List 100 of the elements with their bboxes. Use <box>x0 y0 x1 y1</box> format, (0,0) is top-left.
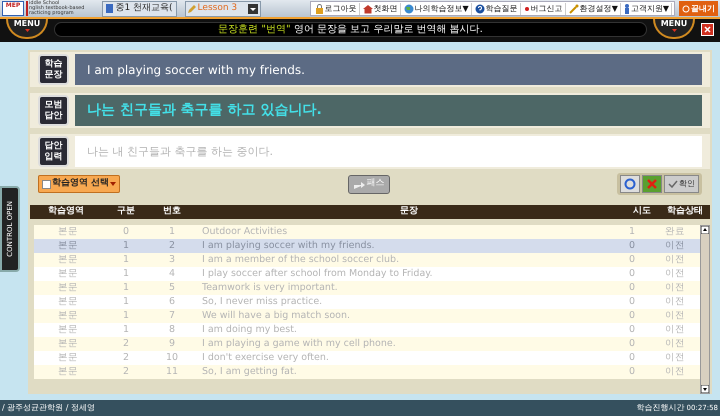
table-cell-text: I am a member of the school soccer club. <box>201 252 400 267</box>
table-cell-text: 2 <box>122 364 130 379</box>
menu-link[interactable]: 로그아웃 <box>312 2 360 14</box>
table-row[interactable]: 본문 1 7 We will have a big match soon. 0 이전 <box>34 309 700 323</box>
menu-button[interactable]: MENU <box>653 19 695 39</box>
scroll-down-icon[interactable] <box>701 385 709 393</box>
table-cell-text: So, I never miss practice. <box>201 294 324 309</box>
table-row[interactable]: 본문 1 5 Teamwork is very important. 0 이전 <box>34 281 700 295</box>
table-cell-text: 이전 <box>664 350 686 365</box>
menu-link[interactable]: 고객지원▼ <box>622 2 672 14</box>
table-cell-text: 6 <box>168 294 176 309</box>
column-header: 문장 <box>399 205 419 218</box>
table-cell-text: 1 <box>628 224 636 239</box>
pass-button[interactable]: 패스 <box>348 174 390 194</box>
table-cell-text: 본문 <box>57 266 79 281</box>
table-cell-text: 0 <box>628 266 636 281</box>
table-cell-text: 0 <box>628 322 636 337</box>
table-cell-text: We will have a big match soon. <box>201 308 351 323</box>
panel-label: 학습 문장 <box>38 54 69 85</box>
answer-field[interactable]: 나는 내 친구들과 축구를 하는 중이다. <box>75 136 702 167</box>
table-cell-text: 1 <box>122 252 130 267</box>
textbook-button[interactable]: 중1 천재교육( <box>102 0 177 16</box>
model-answer: 나는 친구들과 축구를 하고 있습니다. <box>75 95 702 126</box>
table-row[interactable]: 본문 1 8 I am doing my best. 0 이전 <box>34 323 700 337</box>
menu-link[interactable]: 버그신고 <box>522 2 566 14</box>
table-cell-text: 이전 <box>664 322 686 337</box>
table-cell-text: I am playing a game with my cell phone. <box>201 336 397 351</box>
table-row[interactable]: 본문 2 10 I don't exercise very often. 0 이전 <box>34 351 700 365</box>
menu-link[interactable]: 첫화면 <box>360 2 401 14</box>
lock-icon <box>314 4 324 14</box>
table-cell-text: 본문 <box>57 308 79 323</box>
home-icon <box>362 4 373 14</box>
area-select-button[interactable]: 학습영역 선택 <box>38 175 120 193</box>
table-row[interactable]: 본문 1 4 I play soccer after school from Monday to Friday. 0 이전 <box>34 267 700 281</box>
close-icon <box>704 26 711 33</box>
caret-icon <box>110 182 116 186</box>
table-cell-text: I don't exercise very often. <box>201 350 330 365</box>
circle-button[interactable] <box>620 175 640 193</box>
column-header: 구분 <box>116 205 136 218</box>
table-cell-text: So, I am getting fat. <box>201 364 298 379</box>
table-cell-text: 본문 <box>57 364 79 379</box>
check-icon <box>668 180 678 188</box>
table-cell-text: 0 <box>628 280 636 295</box>
table-cell-text: 이전 <box>664 252 686 267</box>
column-header: 학습상태 <box>666 205 704 218</box>
table-cell-text: 1 <box>122 238 130 253</box>
redo-arrow-icon <box>352 180 365 188</box>
instruction-banner: 문장훈련 "번역" 영어 문장을 보고 우리말로 번역해 봅시다. <box>54 22 647 37</box>
table-cell-text: 본문 <box>57 336 79 351</box>
user-info: / 광주성균관학원 / 정세영 <box>2 402 96 414</box>
table-cell-text: 이전 <box>664 266 686 281</box>
table-cell-text: 1 <box>122 280 130 295</box>
table-cell-text: 이전 <box>664 238 686 253</box>
lesson-dropdown[interactable]: Lesson 3 <box>184 0 261 16</box>
elapsed-time-label: 학습진행시간 <box>636 402 685 414</box>
table-cell-text: 이전 <box>664 336 686 351</box>
scrollbar[interactable] <box>700 225 710 394</box>
table-cell-text: 0 <box>628 336 636 351</box>
table-cell-text: I play soccer after school from Monday to Friday. <box>201 266 434 281</box>
table-cell-text: 본문 <box>57 252 79 267</box>
scroll-up-icon[interactable] <box>701 226 709 234</box>
caret-icon <box>24 29 30 32</box>
table-row[interactable]: 본문 1 6 So, I never miss practice. 0 이전 <box>34 295 700 309</box>
confirm-button[interactable]: 확인 <box>664 175 699 193</box>
table-cell-text: 본문 <box>57 294 79 309</box>
table-cell-text: Teamwork is very important. <box>201 280 339 295</box>
column-header: 학습영역 <box>47 205 85 218</box>
column-header: 시도 <box>632 205 652 218</box>
pencil-icon <box>188 4 196 12</box>
table-cell-text: 0 <box>628 364 636 379</box>
menu-link[interactable]: 환경설정▼ <box>566 2 621 14</box>
table-cell-text: 2 <box>168 238 176 253</box>
cross-icon <box>647 179 657 189</box>
table-cell-text: 11 <box>164 364 180 379</box>
exit-button[interactable]: 끝내기 <box>679 1 718 16</box>
column-header: 번호 <box>162 205 182 218</box>
table-row[interactable]: 본문 1 2 I am playing soccer with my friends. 0 이전 <box>34 239 700 253</box>
table-row[interactable]: 본문 2 11 So, I am getting fat. 0 이전 <box>34 365 700 379</box>
table-cell-text: 이전 <box>664 364 686 379</box>
table-cell-text: 0 <box>122 224 130 239</box>
close-button[interactable] <box>701 23 714 36</box>
note-icon <box>42 180 51 188</box>
table-cell-text: 본문 <box>57 280 79 295</box>
table-row[interactable]: 본문 2 9 I am playing a game with my cell phone. 0 이전 <box>34 337 700 351</box>
globe-icon <box>404 4 414 14</box>
table-cell-text: 1 <box>122 266 130 281</box>
table-cell-text: 10 <box>164 350 180 365</box>
table-cell-text: 2 <box>122 336 130 351</box>
menu-button[interactable]: MENU <box>6 19 48 39</box>
menu-link[interactable]: 학습질문 <box>472 2 521 14</box>
table-cell-text: 본문 <box>57 350 79 365</box>
table-cell-text: 완료 <box>664 224 686 239</box>
table-row[interactable]: 본문 0 1 Outdoor Activities 1 완료 <box>34 225 700 239</box>
panel-label: 모범 답안 <box>38 95 69 126</box>
help-icon <box>474 4 485 14</box>
menu-link[interactable]: 나의학습정보▼ <box>402 2 472 14</box>
table-cell-text: 1 <box>168 224 176 239</box>
table-cell-text: 2 <box>122 350 130 365</box>
table-row[interactable]: 본문 1 3 I am a member of the school soccer club. 0 이전 <box>34 253 700 267</box>
table-cell-text: 본문 <box>57 238 79 253</box>
